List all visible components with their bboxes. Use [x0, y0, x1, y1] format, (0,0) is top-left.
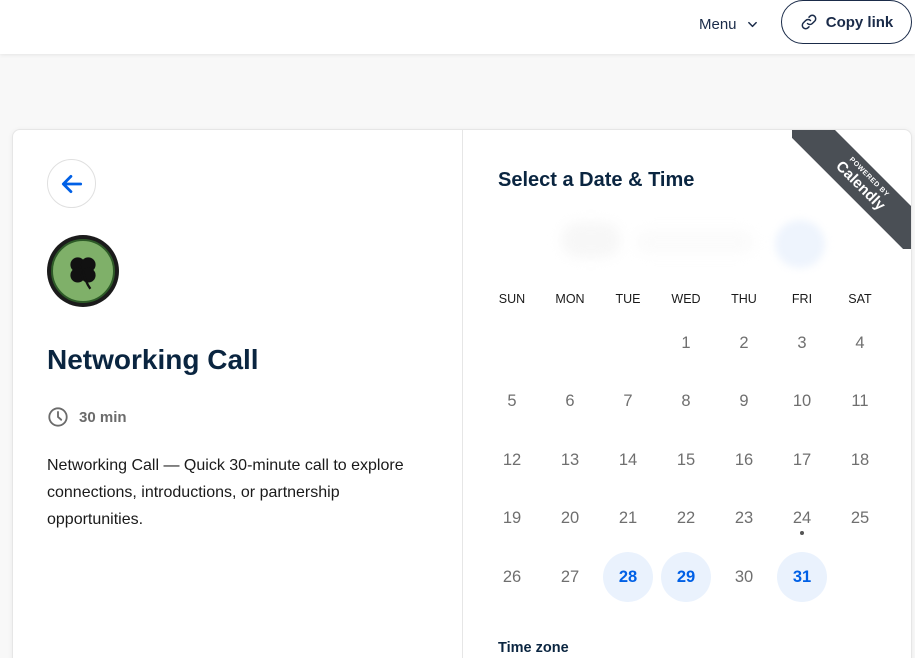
clock-icon	[48, 407, 68, 427]
calendar-day-26: 26	[502, 567, 522, 586]
calendar-day-5: 5	[507, 392, 517, 410]
calendar-day-21: 21	[618, 509, 638, 527]
menu-button[interactable]: Menu	[699, 13, 758, 35]
calendar-heading: Select a Date & Time	[498, 169, 695, 191]
calendar-day-25: 25	[850, 509, 870, 527]
calendar-day-13: 13	[560, 450, 580, 469]
copy-link-button[interactable]: Copy link	[781, 0, 912, 44]
calendar-day-22: 22	[676, 509, 696, 527]
calendar-day-31[interactable]: 31	[777, 552, 827, 602]
calendar-day-12: 12	[502, 450, 522, 469]
calendar-day-3: 3	[797, 333, 807, 352]
calendar-day-18: 18	[850, 450, 870, 469]
weekday-thu: THU	[731, 292, 757, 306]
booking-card: Networking Call 30 min Networking Call —…	[12, 129, 912, 658]
powered-by-calendly-badge[interactable]: POWERED BY Calendly	[792, 130, 911, 249]
calendar-day-28[interactable]: 28	[603, 552, 653, 602]
month-label-placeholder	[635, 230, 755, 254]
calendar-day-2: 2	[739, 333, 749, 352]
calendar-day-30: 30	[734, 567, 754, 586]
event-title: Networking Call	[47, 344, 259, 375]
calendar-day-7: 7	[623, 392, 633, 410]
panel-divider	[462, 130, 463, 658]
month-nav-placeholder	[561, 222, 621, 258]
logo-inner	[51, 239, 115, 303]
weekday-mon: MON	[555, 292, 585, 306]
calendar-day-19: 19	[502, 509, 522, 527]
calendar-day-16: 16	[734, 450, 754, 469]
calendar-day-6: 6	[565, 392, 575, 410]
calendar-day-29[interactable]: 29	[661, 552, 711, 602]
calendar-day-11: 11	[851, 392, 869, 410]
organizer-logo	[47, 235, 119, 307]
timezone-label: Time zone	[498, 640, 569, 656]
duration-label: 30 min	[79, 408, 127, 426]
four-leaf-clover-icon	[70, 257, 96, 290]
calendar-day-10: 10	[792, 392, 812, 410]
today-indicator	[800, 530, 804, 535]
calendar-day-8: 8	[681, 392, 691, 410]
calendar-day-20: 20	[560, 509, 580, 527]
ribbon: POWERED BY Calendly	[792, 130, 911, 249]
weekday-fri: FRI	[791, 292, 813, 306]
calendar-day-4: 4	[855, 333, 865, 352]
weekday-wed: WED	[671, 292, 701, 306]
calendar-day-23: 23	[734, 509, 754, 527]
calendar-day-24: 24	[792, 509, 812, 527]
top-bar: Menu Copy link	[0, 0, 915, 54]
menu-label: Menu	[699, 15, 737, 33]
weekday-sun: SUN	[498, 292, 526, 306]
arrow-left-icon	[61, 174, 82, 193]
chevron-down-icon	[747, 21, 757, 27]
calendar-day-15: 15	[676, 450, 696, 469]
calendar-day-14: 14	[618, 450, 638, 469]
link-icon	[801, 14, 817, 30]
copy-link-label: Copy link	[825, 13, 894, 31]
calendar-day-17: 17	[792, 450, 812, 469]
weekday-tue: TUE	[615, 292, 641, 306]
calendar-day-1: 1	[681, 333, 691, 352]
event-description: Networking Call — Quick 30-minute call t…	[47, 457, 404, 528]
weekday-sat: SAT	[848, 292, 872, 306]
calendar-day-27: 27	[560, 567, 580, 586]
calendar-day-9: 9	[739, 392, 749, 410]
event-duration: 30 min	[47, 406, 127, 428]
back-button[interactable]	[47, 159, 96, 208]
